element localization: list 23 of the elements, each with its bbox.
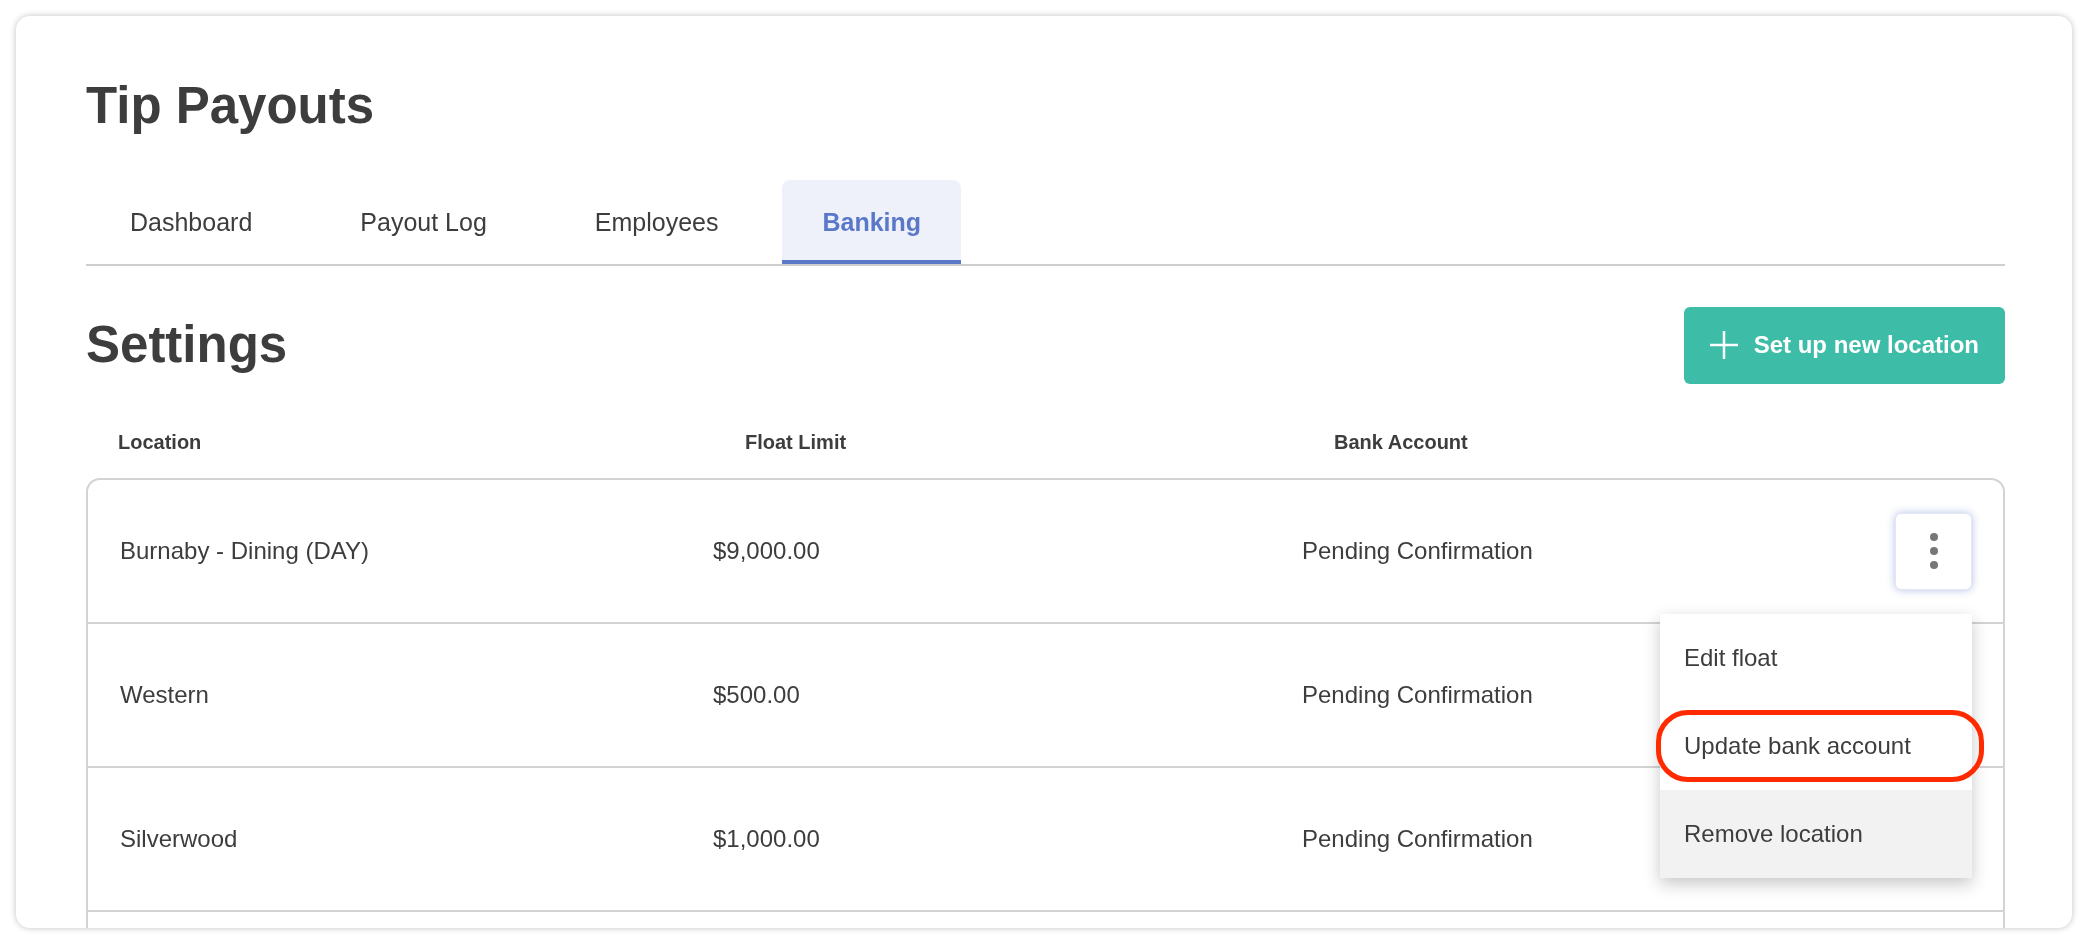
table-cell: Western: [120, 681, 209, 709]
table-cell: Silverwood: [120, 825, 238, 853]
tab[interactable]: Payout Log: [316, 180, 531, 264]
more-options-button[interactable]: [1895, 512, 1972, 590]
table-cell: Pending Confirmation: [1302, 681, 1533, 709]
plus-icon: [1707, 329, 1740, 361]
page-title: Tip Payouts: [86, 78, 376, 134]
column-header: Location: [118, 430, 202, 454]
vertical-dots-icon: [1928, 531, 1939, 571]
table-cell: $9,000.00: [713, 537, 820, 565]
tab[interactable]: Dashboard: [86, 180, 297, 264]
menu-item[interactable]: Remove location: [1660, 789, 1972, 878]
table-cell: $500.00: [713, 681, 800, 709]
column-header: Bank Account: [1334, 430, 1468, 454]
tab[interactable]: Employees: [550, 180, 763, 264]
table-cell: $1,000.00: [713, 825, 820, 853]
table-cell: Burnaby - Dining (DAY): [120, 537, 369, 565]
section-title: Settings: [86, 317, 288, 373]
table-cell: Pending Confirmation: [1302, 537, 1533, 565]
table-cell: Pending Confirmation: [1302, 825, 1533, 853]
column-header: Float Limit: [745, 430, 847, 454]
menu-item[interactable]: Edit float: [1660, 613, 1972, 702]
tab[interactable]: Banking: [782, 180, 962, 264]
